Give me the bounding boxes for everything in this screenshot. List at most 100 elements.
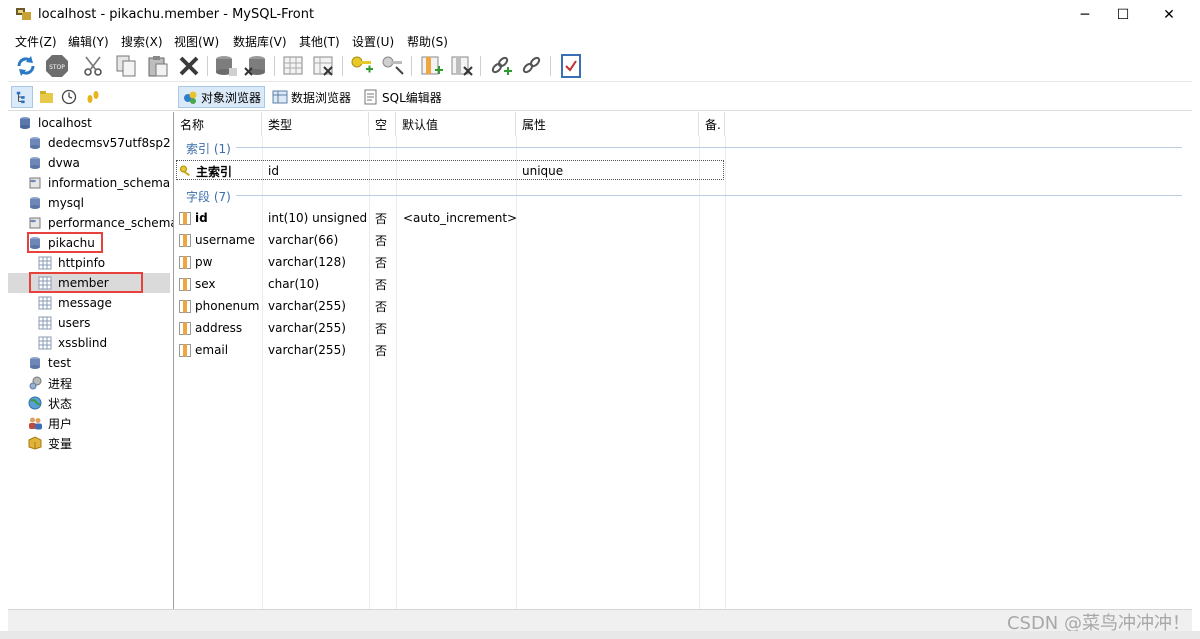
index-row[interactable]: 主索引 id unique — [176, 160, 724, 180]
tab-sql-editor-label: SQL编辑器 — [382, 90, 442, 105]
menu-settings[interactable]: 设置(U) — [352, 33, 394, 50]
field-type-cell: varchar(128) — [268, 252, 346, 272]
tree-node-database[interactable]: information_schema — [28, 173, 170, 193]
table-icon — [38, 336, 52, 350]
column-header-comment[interactable]: 备. — [699, 112, 725, 136]
highlight-box-pikachu — [27, 232, 103, 253]
title-bar: localhost - pikachu.member - MySQL-Front… — [0, 0, 1200, 30]
column-header-name[interactable]: 名称 — [174, 112, 262, 136]
field-null-cell: 否 — [375, 318, 387, 338]
tree-node-database[interactable]: test — [28, 353, 71, 373]
menu-database[interactable]: 数据库(V) — [233, 33, 287, 50]
tree-view-button[interactable] — [11, 86, 33, 108]
field-name-cell-text: id — [195, 211, 208, 225]
field-remove-icon[interactable] — [450, 54, 474, 78]
tree-node-localhost[interactable]: localhost — [18, 113, 92, 133]
sql-history-button[interactable] — [82, 86, 104, 108]
field-null-cell-text: 否 — [375, 299, 388, 314]
group-header-indexes[interactable]: 索引 (1) — [186, 140, 231, 157]
tree-node-users[interactable]: 用户 — [28, 413, 72, 433]
tree-node-status[interactable]: 状态 — [28, 393, 72, 413]
tree-node-database[interactable]: performance_schema — [28, 213, 173, 233]
users-icon — [29, 417, 42, 430]
table-add-icon[interactable] — [282, 54, 306, 78]
tree-node-table[interactable]: httpinfo — [38, 253, 105, 273]
menu-help[interactable]: 帮助(S) — [407, 33, 448, 50]
tab-sql-editor[interactable]: SQL编辑器 — [360, 86, 445, 108]
key-remove-icon[interactable] — [381, 54, 405, 78]
field-icon — [179, 343, 191, 357]
menu-search[interactable]: 搜索(X) — [121, 33, 163, 50]
structure-grid: 名称 类型 空 默认值 属性 备. 索引 (1) 主索引 id unique 字… — [174, 112, 1192, 609]
field-icon — [179, 299, 191, 313]
field-name-cell: sex — [179, 274, 216, 294]
window-title: localhost - pikachu.member - MySQL-Front — [38, 7, 315, 22]
system-database-icon — [29, 177, 41, 189]
db-remove-icon[interactable] — [244, 54, 268, 78]
field-type-cell: varchar(255) — [268, 318, 346, 338]
field-row[interactable]: sex char(10) 否 — [174, 274, 1192, 294]
field-type-cell: varchar(255) — [268, 296, 346, 316]
refresh-icon[interactable] — [14, 54, 38, 78]
system-database-icon — [29, 217, 41, 229]
cut-icon[interactable] — [82, 54, 106, 78]
field-row[interactable]: pw varchar(128) 否 — [174, 252, 1192, 272]
database-icon — [30, 137, 40, 149]
group-header-fields[interactable]: 字段 (7) — [186, 188, 231, 205]
tree-node-database[interactable]: dvwa — [28, 153, 80, 173]
column-header-type[interactable]: 类型 — [262, 112, 369, 136]
maximize-button[interactable]: ☐ — [1100, 0, 1146, 30]
delete-icon[interactable] — [177, 54, 201, 78]
column-header-null[interactable]: 空 — [369, 112, 396, 136]
properties-icon[interactable] — [559, 54, 583, 78]
history-button[interactable] — [58, 86, 80, 108]
field-default-cell-text: <auto_increment> — [403, 211, 518, 225]
field-name-cell-text: phonenum — [195, 299, 260, 313]
table-remove-icon[interactable] — [312, 54, 336, 78]
tree-node-database[interactable]: dedecmsv57utf8sp2 — [28, 133, 171, 153]
menu-other[interactable]: 其他(T) — [299, 33, 340, 50]
field-row[interactable]: address varchar(255) 否 — [174, 318, 1192, 338]
copy-icon[interactable] — [114, 54, 138, 78]
tree-node-variables[interactable]: 变量 — [28, 433, 72, 453]
column-header-default[interactable]: 默认值 — [396, 112, 516, 136]
processes-icon — [29, 376, 42, 390]
bookmarks-button[interactable] — [36, 86, 58, 108]
menu-file[interactable]: 文件(Z) — [15, 33, 57, 50]
menu-view[interactable]: 视图(W) — [174, 33, 219, 50]
link-remove-icon[interactable] — [520, 54, 544, 78]
field-row[interactable]: username varchar(66) 否 — [174, 230, 1192, 250]
tree-node-label: dedecmsv57utf8sp2 — [48, 136, 171, 150]
menu-edit[interactable]: 编辑(Y) — [68, 33, 109, 50]
tree-node-label: 状态 — [48, 396, 73, 411]
field-type-cell: varchar(66) — [268, 230, 338, 250]
tab-data-browser[interactable]: 数据浏览器 — [269, 86, 354, 108]
db-add-icon[interactable] — [214, 54, 238, 78]
close-button[interactable]: ✕ — [1146, 0, 1192, 30]
footsteps-icon — [87, 91, 99, 103]
tab-object-browser[interactable]: 对象浏览器 — [178, 86, 266, 108]
field-null-cell-text: 否 — [375, 255, 388, 270]
field-row[interactable]: phonenum varchar(255) 否 — [174, 296, 1192, 316]
tree-node-table[interactable]: message — [38, 293, 112, 313]
field-name-cell: address — [179, 318, 242, 338]
column-header-attributes[interactable]: 属性 — [516, 112, 699, 136]
column-divider — [725, 136, 726, 609]
paste-icon[interactable] — [146, 54, 170, 78]
field-row[interactable]: email varchar(255) 否 — [174, 340, 1192, 360]
field-type-cell: int(10) unsigned — [268, 208, 367, 228]
key-add-icon[interactable] — [350, 54, 374, 78]
field-add-icon[interactable] — [420, 54, 444, 78]
clock-icon — [61, 89, 77, 105]
stop-icon[interactable]: STOP — [45, 54, 69, 78]
link-add-icon[interactable] — [489, 54, 513, 78]
tree-node-table[interactable]: users — [38, 313, 90, 333]
field-type-cell-text: varchar(128) — [268, 255, 346, 269]
tree-node-database[interactable]: mysql — [28, 193, 84, 213]
data-browser-icon — [272, 90, 288, 104]
tree-node-processes[interactable]: 进程 — [28, 373, 72, 393]
tree-node-label: mysql — [48, 196, 84, 210]
tree-node-table[interactable]: xssblind — [38, 333, 107, 353]
field-row[interactable]: id int(10) unsigned 否 <auto_increment> — [174, 208, 1192, 228]
tree-node-label: 变量 — [48, 436, 73, 451]
